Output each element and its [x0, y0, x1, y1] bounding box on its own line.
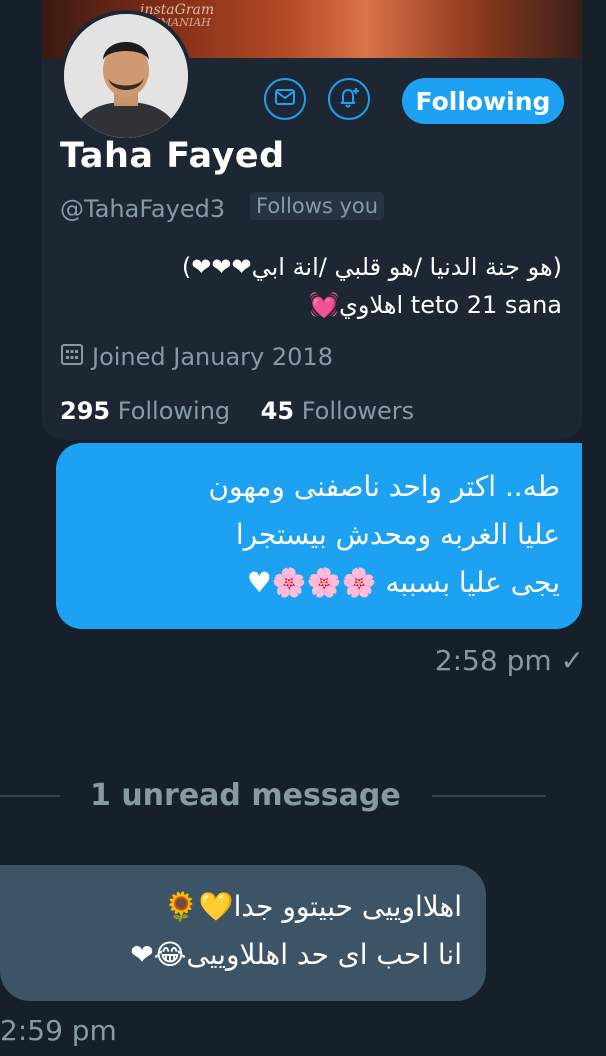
following-count: 295: [60, 397, 111, 425]
profile-handle[interactable]: @TahaFayed3: [60, 195, 225, 223]
avatar[interactable]: [60, 10, 192, 142]
divider-line: [432, 795, 546, 797]
follows-you-badge: Follows you: [250, 192, 385, 220]
mail-icon: [275, 89, 295, 109]
incoming-message[interactable]: اهلااوييى حبيتوو جدا💛🌻 انا احب اى حد اهل…: [0, 865, 486, 1001]
profile-card[interactable]: instaGram EMANIAH Following Taha Fayed @…: [42, 0, 582, 440]
bio-line: teto 21 sana اهلاوي💓: [309, 291, 562, 319]
calendar-icon: [60, 342, 84, 372]
following-label: Following: [117, 397, 231, 425]
message-line: عليا الغربه ومحدش بيستجرا: [235, 518, 560, 551]
outgoing-timestamp: 2:58 pm ✓: [434, 644, 584, 677]
message-line: اهلااوييى حبيتوو جدا💛🌻: [163, 890, 462, 923]
message-line: طه.. اكتر واحد ناصفنى ومهون: [208, 470, 560, 503]
message-line: انا احب اى حد اهللاوييى😂❤: [130, 938, 462, 971]
followers-stat[interactable]: 45 Followers: [261, 397, 414, 425]
followers-count: 45: [260, 397, 295, 425]
bio-line: (هو جنة الدنيا /هو قلبي /انة ابي❤❤❤): [181, 253, 562, 281]
divider-line: [0, 795, 60, 797]
profile-stats: 295 Following 45 Followers: [60, 397, 414, 425]
bell-plus-icon: [338, 86, 360, 112]
followers-label: Followers: [301, 397, 415, 425]
outgoing-message[interactable]: طه.. اكتر واحد ناصفنى ومهون عليا الغربه …: [56, 443, 582, 629]
notifications-button[interactable]: [328, 78, 370, 120]
incoming-timestamp: 2:59 pm: [0, 1014, 117, 1047]
profile-name: Taha Fayed: [60, 136, 285, 176]
unread-divider: 1 unread message: [90, 778, 401, 813]
message-button[interactable]: [264, 78, 306, 120]
following-button[interactable]: Following: [402, 78, 564, 124]
message-line: يجى عليا بسببه 🌸🌸🌸♥: [246, 566, 560, 599]
profile-bio: (هو جنة الدنيا /هو قلبي /انة ابي❤❤❤) tet…: [62, 248, 562, 324]
following-stat[interactable]: 295 Following: [60, 397, 230, 425]
joined-date: Joined January 2018: [60, 342, 333, 372]
joined-text: Joined January 2018: [92, 343, 333, 371]
